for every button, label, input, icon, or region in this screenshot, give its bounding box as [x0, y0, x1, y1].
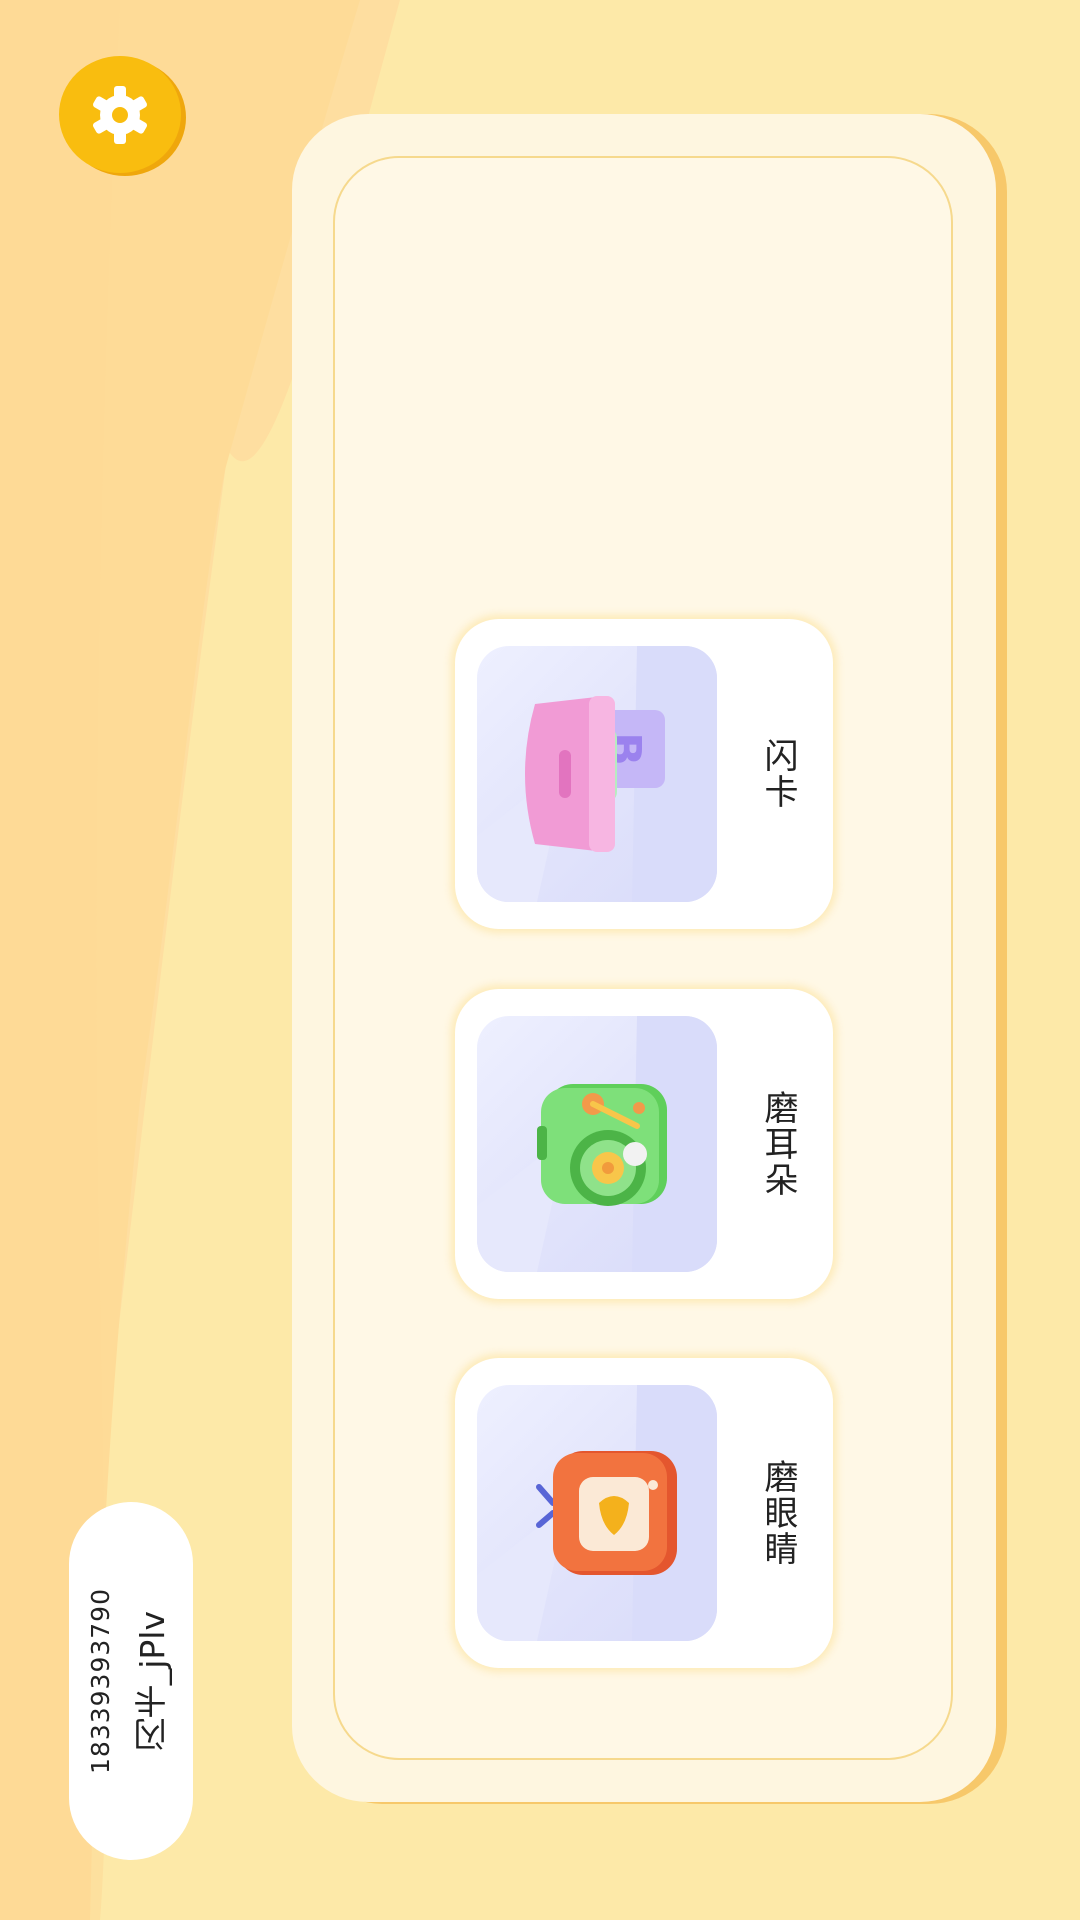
card-thumbnail: [477, 1016, 717, 1272]
gear-icon: [92, 85, 148, 144]
user-name: 闪卡_jPlv: [132, 1610, 172, 1752]
card-label: 磨眼睛: [758, 1459, 798, 1567]
card-label: 闪卡: [758, 738, 798, 810]
card-label: 磨耳朵: [758, 1090, 798, 1198]
abc-blocks-icon: B A: [525, 696, 665, 852]
card-thumbnail: [477, 1385, 717, 1641]
card-thumbnail: B A: [477, 646, 717, 902]
card-ear-training[interactable]: 磨耳朵: [455, 989, 833, 1299]
settings-button[interactable]: [59, 56, 181, 173]
card-flashcards[interactable]: B A 闪卡: [455, 619, 833, 929]
radio-player-icon: [537, 1084, 667, 1206]
card-eye-training[interactable]: 磨眼睛: [455, 1358, 833, 1668]
user-profile[interactable]: 闪卡_jPlv 18339393790: [69, 1502, 193, 1860]
retro-tv-icon: [536, 1451, 677, 1575]
user-phone: 18339393790: [85, 1588, 115, 1774]
